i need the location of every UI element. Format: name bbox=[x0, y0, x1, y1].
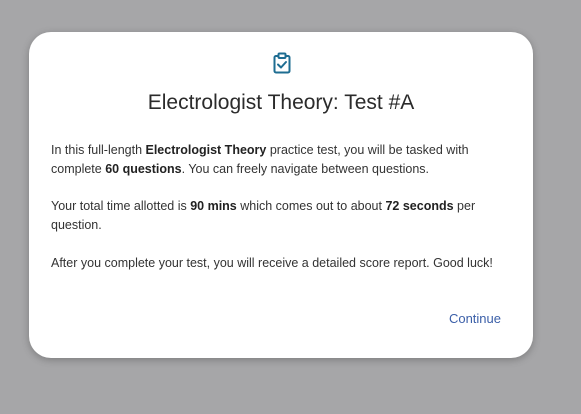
continue-button[interactable]: Continue bbox=[449, 311, 501, 326]
test-intro-modal: Electrologist Theory: Test #A In this fu… bbox=[29, 32, 533, 358]
time-per-question-bold: 72 seconds bbox=[385, 199, 454, 213]
modal-title: Electrologist Theory: Test #A bbox=[147, 91, 415, 114]
score-report-paragraph: After you complete your test, you will r… bbox=[51, 256, 493, 270]
clipboard-check-icon bbox=[272, 52, 292, 74]
total-time-bold: 90 mins bbox=[190, 199, 237, 213]
test-description-paragraph: In this full-length Electrologist Theory… bbox=[51, 143, 469, 176]
time-allotted-paragraph: Your total time allotted is 90 mins whic… bbox=[51, 199, 476, 232]
test-name-bold: Electrologist Theory bbox=[145, 143, 267, 157]
question-count-bold: 60 questions bbox=[105, 162, 182, 176]
